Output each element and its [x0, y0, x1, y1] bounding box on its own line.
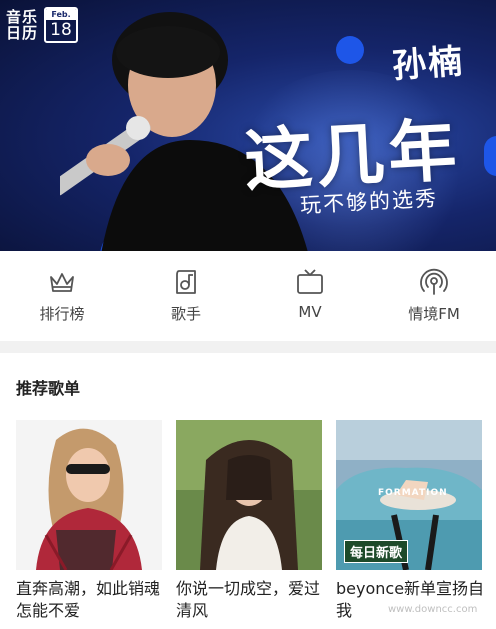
hero-banner[interactable]: 音乐日历 Feb. 18 孙楠 这几年 玩不够的选秀 — [0, 0, 496, 251]
playlist-card[interactable]: 你说一切成空，爱过清风 — [176, 420, 322, 622]
singer-icon — [176, 270, 196, 294]
playlist-card[interactable]: FORMATION 每日新歌 beyonce新单宣扬自我 — [336, 420, 484, 622]
calendar-icon: Feb. 18 — [44, 7, 78, 43]
playlist-title: 你说一切成空，爱过清风 — [176, 579, 321, 620]
playlist-cover[interactable] — [16, 420, 162, 570]
category-label: 情境FM — [408, 305, 460, 323]
category-label: 歌手 — [170, 305, 201, 323]
calendar-label: 音乐日历 — [6, 8, 39, 42]
decor-dot — [484, 136, 496, 176]
calendar-day: 18 — [50, 20, 72, 40]
playlist-grid: 直奔高潮，如此销魂怎能不爱 你说一切成空，爱过清风 FORMATION 每日新歌… — [16, 420, 496, 629]
category-mv[interactable]: MV — [248, 251, 372, 341]
playlist-title: 直奔高潮，如此销魂怎能不爱 — [16, 579, 161, 620]
category-singers[interactable]: 歌手 — [124, 251, 248, 341]
category-nav: 排行榜 歌手 MV 情境FM — [0, 251, 496, 341]
tv-icon — [297, 269, 323, 294]
playlist-cover[interactable]: FORMATION 每日新歌 — [336, 420, 482, 570]
cover-image — [16, 420, 162, 570]
watermark: www.downcc.com — [388, 604, 478, 615]
artist-name: 孙楠 — [390, 41, 466, 87]
category-fm[interactable]: 情境FM — [372, 251, 496, 341]
radio-icon — [420, 268, 448, 295]
playlist-card[interactable]: 直奔高潮，如此销魂怎能不爱 — [16, 420, 162, 622]
cover-image — [176, 420, 322, 570]
category-label: 排行榜 — [39, 305, 85, 323]
crown-icon — [50, 273, 74, 292]
playlist-cover[interactable] — [176, 420, 322, 570]
daily-new-songs-badge: 每日新歌 — [344, 540, 409, 563]
section-divider — [0, 341, 496, 353]
category-charts[interactable]: 排行榜 — [0, 251, 124, 341]
playlist-title: beyonce新单宣扬自我 — [336, 579, 485, 620]
cover-caption: FORMATION — [378, 488, 448, 498]
music-calendar-badge[interactable]: 音乐日历 Feb. 18 — [6, 6, 78, 44]
category-label: MV — [298, 303, 322, 321]
calendar-month: Feb. — [46, 9, 76, 20]
recommend-section-title: 推荐歌单 — [16, 379, 81, 398]
